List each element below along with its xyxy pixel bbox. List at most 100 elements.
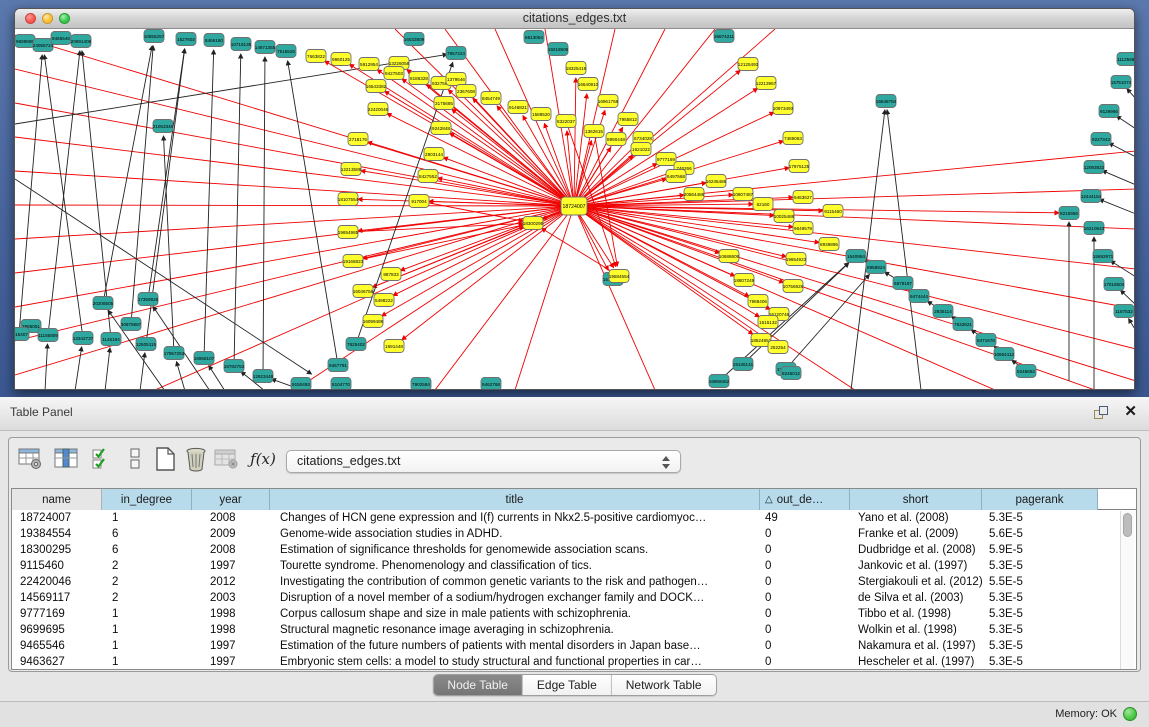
network-node[interactable]: 8466160 (204, 34, 224, 47)
cell-title[interactable]: Estimation of the future numbers of pati… (270, 638, 760, 654)
row-height-icon[interactable] (121, 446, 149, 472)
network-node[interactable]: 10688609 (719, 250, 740, 263)
network-node[interactable]: 887833 (381, 268, 401, 281)
network-node[interactable]: 8471676 (976, 334, 996, 347)
network-node[interactable]: 9465546 (51, 32, 71, 45)
network-node[interactable]: 19584554 (609, 270, 630, 283)
network-node[interactable]: 12505115 (136, 338, 157, 351)
cell-in_degree[interactable]: 1 (102, 654, 192, 670)
network-node[interactable]: 9227343 (1091, 133, 1111, 146)
network-node[interactable]: 10654112 (994, 348, 1015, 361)
float-panel-icon[interactable] (1094, 406, 1109, 421)
network-node[interactable]: 9427503 (384, 67, 404, 80)
network-node[interactable]: 19166823 (343, 255, 364, 268)
new-table-icon[interactable] (151, 446, 179, 472)
network-node[interactable]: 10756928 (783, 280, 804, 293)
cell-pagerank[interactable]: 5.5E-5 (982, 574, 1098, 590)
network-node[interactable]: 16782753 (224, 360, 245, 373)
network-node[interactable]: 3915407 (15, 328, 29, 341)
network-node[interactable]: 1588520 (531, 108, 551, 121)
cell-short[interactable]: Yano et al. (2008) (850, 510, 982, 526)
network-node[interactable]: 2718176 (348, 133, 368, 146)
cell-short[interactable]: Franke et al. (2009) (850, 526, 982, 542)
network-node[interactable]: 16648784 (876, 95, 897, 108)
network-node[interactable]: 8454749 (481, 92, 501, 105)
citation-network-graph[interactable]: 9699695240557249465546206914061065525715… (15, 29, 1134, 389)
cell-name[interactable]: 9463627 (12, 654, 102, 670)
table-row[interactable]: 946362711997Embryonic stem cells: a mode… (12, 654, 1136, 670)
cell-year[interactable]: 2003 (192, 590, 270, 606)
cell-short[interactable]: de Silva et al. (2003) (850, 590, 982, 606)
cell-title[interactable]: Embryonic stem cells: a model to study s… (270, 654, 760, 670)
cell-in_degree[interactable]: 2 (102, 590, 192, 606)
cell-name[interactable]: 18300295 (12, 542, 102, 558)
network-node[interactable]: 9860125 (331, 53, 351, 66)
cell-year[interactable]: 1997 (192, 558, 270, 574)
network-node[interactable]: 8958924 (866, 261, 886, 274)
network-node[interactable]: 8990448 (606, 133, 626, 146)
network-node[interactable]: 1615132 (758, 316, 778, 329)
network-node[interactable]: 1640954 (846, 250, 866, 263)
cell-pagerank[interactable]: 5.3E-5 (982, 590, 1098, 606)
network-node[interactable]: 2935114 (933, 305, 953, 318)
cell-in_degree[interactable]: 1 (102, 622, 192, 638)
network-node[interactable]: 9463627 (793, 191, 813, 204)
cell-pagerank[interactable]: 5.3E-5 (982, 510, 1098, 526)
network-node[interactable]: 19654985 (338, 226, 359, 239)
network-node[interactable]: 11156809 (38, 329, 58, 342)
network-node[interactable]: 1167532 (1114, 305, 1134, 318)
network-node[interactable]: 9457791 (328, 359, 348, 372)
network-node[interactable]: 19136141 (733, 358, 754, 371)
network-node[interactable]: 18325419 (566, 62, 587, 75)
network-node[interactable]: 7485063 (783, 132, 803, 145)
network-node[interactable]: 18107554 (338, 193, 359, 206)
network-node[interactable]: 9242848 (431, 122, 451, 135)
cell-in_degree[interactable]: 2 (102, 574, 192, 590)
function-builder-icon[interactable]: ƒ(x) (249, 446, 277, 472)
network-node[interactable]: 7902584 (411, 378, 431, 390)
network-node[interactable]: 1621022 (631, 143, 651, 156)
column-header-name[interactable]: name (12, 489, 102, 510)
cell-out_degree[interactable]: 0 (760, 606, 850, 622)
network-node[interactable]: 19654923 (786, 253, 807, 266)
network-node[interactable]: 14671355 (255, 41, 276, 54)
cell-short[interactable]: Wolkin et al. (1998) (850, 622, 982, 638)
network-node[interactable]: 12125493 (738, 58, 759, 71)
table-row[interactable]: 969969511998Structural magnetic resonanc… (12, 622, 1136, 638)
network-node[interactable]: 16245486 (706, 175, 727, 188)
network-node[interactable]: 9146821 (508, 101, 528, 114)
network-node[interactable]: 62160 (753, 198, 773, 211)
cell-out_degree[interactable]: 49 (760, 510, 850, 526)
network-node[interactable]: 8427552 (418, 170, 438, 183)
network-node[interactable]: 8813054 (524, 31, 544, 44)
network-node[interactable]: 21053346 (153, 120, 174, 133)
cell-name[interactable]: 14569117 (12, 590, 102, 606)
network-node[interactable]: 5498222 (374, 294, 394, 307)
network-node[interactable]: 24055724 (33, 39, 54, 52)
cell-pagerank[interactable]: 5.6E-5 (982, 526, 1098, 542)
cell-pagerank[interactable]: 5.3E-5 (982, 622, 1098, 638)
cell-year[interactable]: 1998 (192, 622, 270, 638)
network-node[interactable]: 16543382 (366, 80, 387, 93)
network-node[interactable]: 16961758 (598, 95, 619, 108)
network-node[interactable]: 917004 (409, 195, 429, 208)
cell-year[interactable]: 2009 (192, 526, 270, 542)
column-header-pagerank[interactable]: pagerank (982, 489, 1098, 510)
cell-in_degree[interactable]: 6 (102, 542, 192, 558)
maximize-traffic-light-icon[interactable] (59, 13, 70, 24)
table-row[interactable]: 946554611997Estimation of the future num… (12, 638, 1136, 654)
network-node[interactable]: 17016504 (1104, 278, 1125, 291)
network-node[interactable]: 12093822 (1084, 161, 1105, 174)
network-node[interactable]: 18300295 (523, 217, 544, 230)
cell-title[interactable]: Corpus callosum shape and size in male p… (270, 606, 760, 622)
network-node[interactable]: 5912954 (359, 58, 379, 71)
network-node[interactable]: 7515526 (276, 45, 296, 58)
network-node[interactable]: 12923448 (253, 370, 274, 383)
network-node[interactable]: 1527602 (176, 33, 196, 46)
tab-network-table[interactable]: Network Table (612, 675, 716, 695)
table-row[interactable]: 977716911998Corpus callosum shape and si… (12, 606, 1136, 622)
network-node[interactable]: 7988406 (748, 295, 768, 308)
network-node[interactable]: 6879197 (893, 277, 913, 290)
cell-short[interactable]: Hescheler et al. (1997) (850, 654, 982, 670)
network-node[interactable]: 10973493 (773, 102, 794, 115)
